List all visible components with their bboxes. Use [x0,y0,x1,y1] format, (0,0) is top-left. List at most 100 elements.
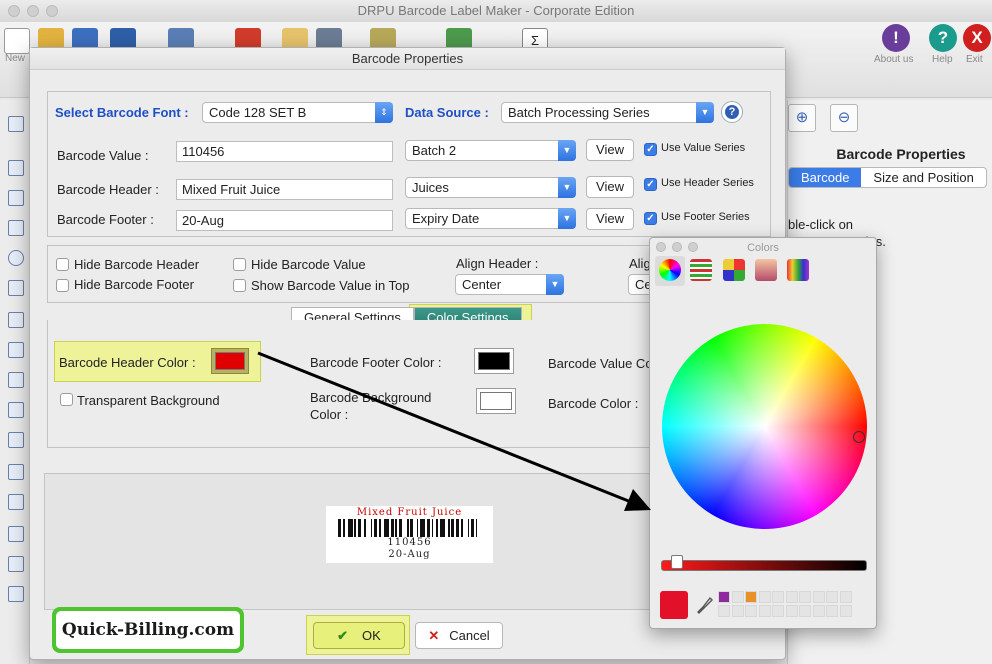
help-icon[interactable]: ? [929,24,957,52]
color-swatch-slot[interactable] [745,605,757,617]
header-input[interactable]: Mixed Fruit Juice [176,179,393,200]
line-tool-icon[interactable] [8,160,24,176]
color-swatch-slot[interactable] [758,605,771,617]
rounded-rect-tool-icon[interactable] [8,280,24,296]
barcode-tool-icon[interactable] [8,526,24,542]
new-document-icon[interactable] [4,28,30,54]
window-close-dot[interactable] [8,5,20,17]
tab-size-position[interactable]: Size and Position [861,168,985,187]
window-zoom-dot[interactable] [46,5,58,17]
color-swatch-slot[interactable] [772,591,784,603]
footer-color-swatch[interactable] [474,348,514,374]
wheel-crosshair-icon[interactable] [853,431,865,443]
cancel-button[interactable]: ✕ Cancel [415,622,503,649]
ellipse-tool-icon[interactable] [8,250,24,266]
use-header-series-checkbox[interactable]: ✓ [644,178,657,191]
color-swatch-slot[interactable] [826,591,838,603]
use-footer-series-checkbox[interactable]: ✓ [644,212,657,225]
align-header-select[interactable]: Center ▼ [455,274,564,295]
brightness-slider[interactable] [661,560,867,571]
current-color-well[interactable] [660,591,688,619]
font-select[interactable]: Code 128 SET B ⇕ [202,102,393,123]
footer-input[interactable]: 20-Aug [176,210,393,231]
color-swatch-slot[interactable] [785,605,798,617]
triangle-tool-icon[interactable] [8,312,24,328]
source-select[interactable]: Batch Processing Series ▼ [501,102,714,123]
exit-icon[interactable]: X [963,24,991,52]
color-swatch-slot[interactable] [718,591,730,603]
color-swatch-slot[interactable] [745,591,757,603]
color-swatch-slot[interactable] [758,591,771,603]
color-wheel-mode-icon[interactable] [659,259,681,281]
color-palettes-mode-icon[interactable] [723,259,745,281]
cancel-x-icon: ✕ [428,628,440,643]
color-sliders-mode-icon[interactable] [690,259,712,281]
footer-color-fill [478,352,510,370]
value-series-select[interactable]: Batch 2 ▼ [405,140,576,161]
hide-footer-checkbox[interactable] [56,279,69,292]
source-help-button[interactable]: ? [721,101,743,123]
color-swatch-slot[interactable] [839,591,852,603]
library-tool-icon[interactable] [8,494,24,510]
diamond-tool-icon[interactable] [8,342,24,358]
barcode-color-label: Barcode Color : [548,396,639,411]
color-swatch-slot[interactable] [785,591,798,603]
use-header-series-label: Use Header Series [661,177,754,189]
brightness-slider-knob[interactable] [671,555,683,569]
font-select-value: Code 128 SET B [209,105,307,120]
zoom-in-icon[interactable]: ⊕ [788,104,816,132]
chevron-down-icon: ▼ [558,140,576,161]
header-view-button[interactable]: View [586,176,634,198]
color-swatch-slot[interactable] [718,605,730,617]
color-swatch-slot[interactable] [731,591,744,603]
value-top-label: Show Barcode Value in Top [251,278,410,293]
color-swatch-slot[interactable] [799,605,811,617]
zoom-out-icon[interactable]: ⊖ [830,104,858,132]
word-art-tool-icon[interactable] [8,586,24,602]
value-input[interactable]: 110456 [176,141,393,162]
star-tool-icon[interactable] [8,372,24,388]
rectangle-tool-icon[interactable] [8,220,24,236]
tab-barcode[interactable]: Barcode [789,168,862,187]
header-color-fill [215,352,245,370]
crayons-mode-icon[interactable] [787,259,809,281]
color-swatch-slot[interactable] [799,591,811,603]
color-swatch-slot[interactable] [812,591,825,603]
window-minimize-dot[interactable] [27,5,39,17]
background-color-swatch[interactable] [476,388,516,414]
footer-view-button[interactable]: View [586,208,634,230]
transparent-background-checkbox[interactable] [60,393,73,406]
hide-header-checkbox[interactable] [56,258,69,271]
header-color-swatch[interactable] [211,348,249,374]
colors-panel: Colors [649,237,877,629]
right-panel-title: Barcode Properties [836,146,966,162]
color-swatch-slot[interactable] [772,605,784,617]
hide-value-checkbox[interactable] [233,258,246,271]
background-color-fill [480,392,512,410]
use-value-series-checkbox[interactable]: ✓ [644,143,657,156]
ok-button[interactable]: ✔ OK [313,622,405,649]
text-tool-icon[interactable] [8,190,24,206]
color-wheel[interactable] [662,324,867,529]
header-series-select[interactable]: Juices ▼ [405,177,576,198]
burst-tool-icon[interactable] [8,402,24,418]
picture-tool-icon[interactable] [8,464,24,480]
color-swatch-slot[interactable] [731,605,744,617]
about-icon[interactable]: ! [882,24,910,52]
image-palettes-mode-icon[interactable] [755,259,777,281]
value-top-checkbox[interactable] [233,279,246,292]
hide-value-label: Hide Barcode Value [251,257,366,272]
color-swatch-slot[interactable] [826,605,838,617]
color-swatch-slot[interactable] [812,605,825,617]
signature-tool-icon[interactable] [8,556,24,572]
chevron-down-icon: ▼ [696,102,714,123]
color-swatch-slot[interactable] [839,605,852,617]
arrow-tool-icon[interactable] [8,432,24,448]
footer-series-select[interactable]: Expiry Date ▼ [405,208,576,229]
hide-footer-label: Hide Barcode Footer [74,277,194,292]
value-view-button[interactable]: View [586,139,634,161]
exit-label: Exit [966,54,983,65]
header-label: Barcode Header : [57,182,159,197]
select-tool-icon[interactable] [8,116,24,132]
eyedropper-icon[interactable] [696,596,714,616]
